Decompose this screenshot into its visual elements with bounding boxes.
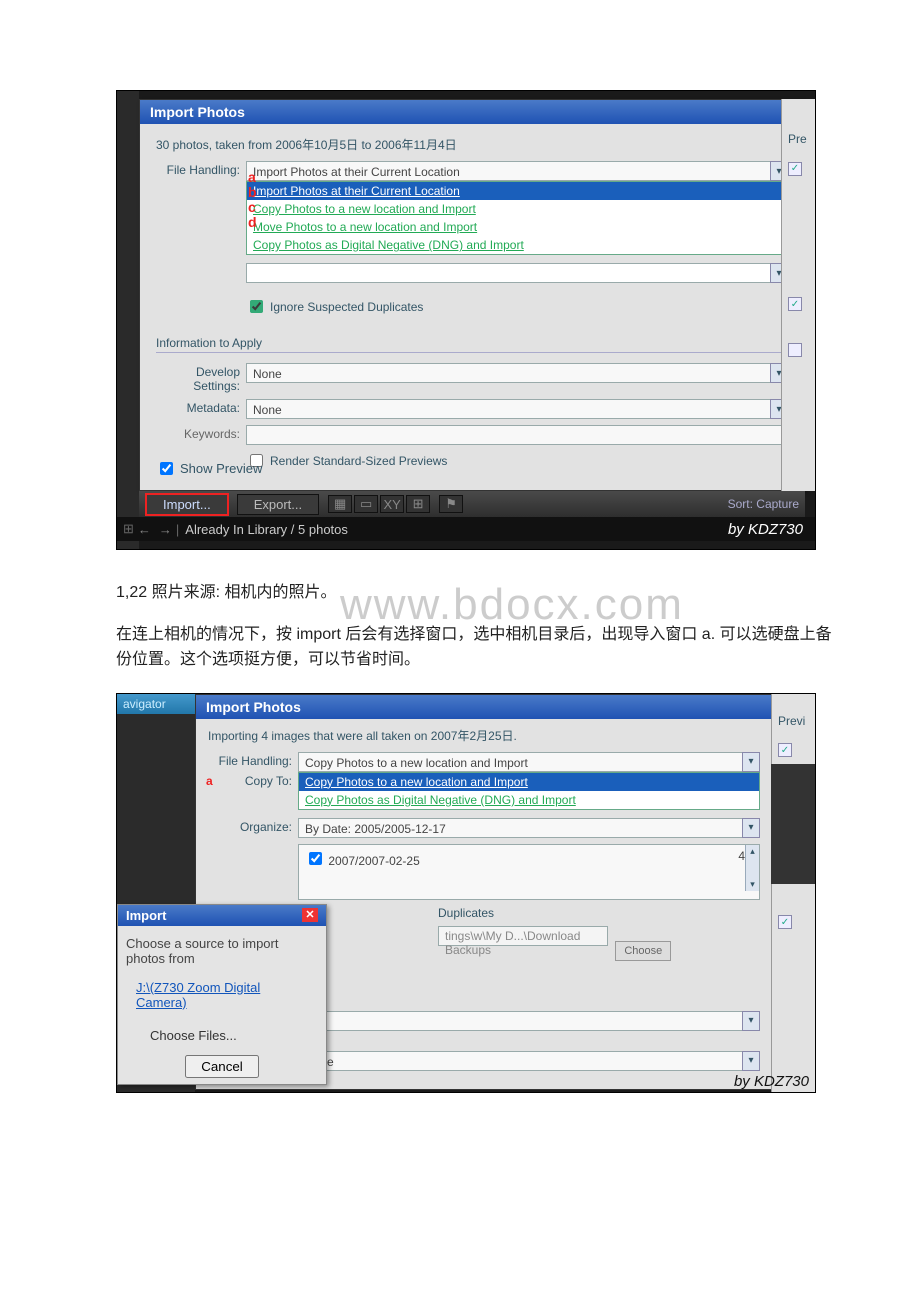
sort-label: Sort: [728,497,753,511]
ignore-duplicates-checkbox[interactable] [250,300,263,313]
grid-view-icon[interactable]: ▦ [328,495,352,513]
close-icon[interactable]: ✕ [302,908,318,922]
choose-backup-button[interactable]: Choose [615,941,671,961]
status-bar: ⊞ ← → | Already In Library / 5 photos by… [117,517,816,541]
preview-label-clipped: Previ [778,714,805,728]
import-popup-title: Import [126,908,166,923]
compare-view-icon[interactable]: XY [380,495,404,513]
screenshot-import-dialog-1: Import Photos 30 photos, taken from 2006… [116,90,816,550]
dropdown-option[interactable]: Copy Photos to a new location and Import [299,773,759,791]
scroll-up-icon[interactable]: ▴ [749,845,756,858]
keywords-label: Keywords: [156,425,246,441]
export-button[interactable]: Export... [237,494,319,515]
import-photos-dialog: Import Photos 30 photos, taken from 2006… [139,99,805,491]
section-heading: 1,22 照片来源: 相机内的照片。 [116,580,836,606]
dropdown-option-d[interactable]: Copy Photos as Digital Negative (DNG) an… [247,236,787,254]
date-item-text: 2007/2007-02-25 [328,854,419,868]
article-paragraph: 在连上相机的情况下，按 import 后会有选择窗口，选中相机目录后，出现导入窗… [116,622,836,673]
dropdown-arrow-icon[interactable]: ▾ [742,752,760,772]
dropdown-option-c[interactable]: Move Photos to a new location and Import [247,218,787,236]
import-popup-message: Choose a source to import photos from [118,926,326,976]
dropdown-option-a[interactable]: Import Photos at their Current Location [247,182,787,200]
file-handling-label: File Handling: [156,161,246,177]
organize-label: Organize: [208,818,298,834]
preview-label-clipped: Pre [788,132,807,146]
import-button[interactable]: Import... [145,493,229,516]
dark-sidebar [117,91,139,549]
import-source-popup: Import ✕ Choose a source to import photo… [117,904,327,1085]
develop-settings-select[interactable]: None [246,363,770,383]
thumbnail-checkbox[interactable]: ✓ [788,297,802,311]
organize-select[interactable]: By Date: 2005/2005-12-17 [298,818,742,838]
dialog-title: Import Photos [140,100,804,124]
nav-forward-icon[interactable]: → [155,522,176,537]
cancel-button[interactable]: Cancel [185,1055,259,1078]
ignore-duplicates-label: Ignore Suspected Duplicates [270,300,423,314]
thumbnail-strip [771,764,815,884]
import-source-link[interactable]: J:\(Z730 Zoom Digital Camera) [136,980,260,1010]
show-preview-checkbox[interactable] [160,462,173,475]
navigator-tab[interactable]: avigator [117,694,195,714]
screenshot-import-dialog-2: avigator oll ey et Import Photos Importi… [116,693,816,1093]
dropdown-option[interactable]: Copy Photos as Digital Negative (DNG) an… [299,791,759,809]
choose-files-button[interactable]: Choose Files... [136,1026,251,1045]
annotation-letter-a: a [206,774,213,788]
date-list: 2007/2007-02-25 4 ▴ ▾ [298,844,760,900]
dialog-title: Import Photos [196,695,772,719]
summary-text: 30 photos, taken from 2006年10月5日 to 2006… [156,136,788,153]
thumbnail-checkbox[interactable]: ✓ [788,162,802,176]
metadata-select[interactable]: None [246,399,770,419]
date-item-count: 4 [738,849,745,863]
file-handling-dropdown: Import Photos at their Current Location … [246,181,788,255]
copy-to-dropdown: Copy Photos to a new location and Import… [298,772,760,810]
render-previews-label: Render Standard-Sized Previews [270,454,447,468]
right-panel-sliver: Pre ✓ ✓ ✓ [781,99,815,491]
byline-2: by KDZ730 [734,1073,809,1090]
copy-to-label: Copy To: [245,774,292,788]
right-panel-sliver-2: Previ ✓ ✓ [771,694,815,1092]
develop-settings-label: Develop Settings: [156,363,246,393]
metadata-label: Metadata: [156,399,246,415]
dropdown-arrow-icon[interactable]: ▾ [742,818,760,838]
status-text: Already In Library / 5 photos [179,522,348,537]
dropdown-arrow-icon[interactable]: ▾ [742,1011,760,1031]
backup-path-field[interactable]: tings\w\My D...\Download Backups [438,926,608,946]
byline: by KDZ730 [728,521,811,538]
misc-select[interactable] [298,1011,742,1031]
survey-view-icon[interactable]: ⊞ [406,495,430,513]
dropdown-arrow-icon[interactable]: ▾ [742,1051,760,1071]
flag-icon[interactable]: ⚑ [439,495,463,513]
dropdown-option-b[interactable]: Copy Photos to a new location and Import [247,200,787,218]
scrollbar[interactable]: ▴ ▾ [745,845,759,891]
keywords-input[interactable] [246,425,788,445]
thumbnail-checkbox[interactable]: ✓ [778,915,792,929]
scroll-down-icon[interactable]: ▾ [749,878,756,891]
toolbar: Import... Export... ▦ ▭ XY ⊞ ⚑ Sort: Cap… [139,491,805,517]
date-item-checkbox[interactable] [309,852,322,865]
info-to-apply-header: Information to Apply [156,336,788,353]
summary-text-2: Importing 4 images that were all taken o… [208,727,760,744]
loupe-view-icon[interactable]: ▭ [354,495,378,513]
file-handling-label: File Handling: [208,752,298,768]
show-preview-label: Show Preview [180,461,262,476]
grid-icon[interactable]: ⊞ [123,521,134,537]
thumbnail-checkbox[interactable]: ✓ [788,343,802,357]
folder-select[interactable] [246,263,770,283]
thumbnail-checkbox[interactable]: ✓ [778,743,792,757]
file-handling-select[interactable]: Import Photos at their Current Location [246,161,770,181]
metadata-select-2[interactable]: None [298,1051,742,1071]
nav-back-icon[interactable]: ← [134,522,155,537]
file-handling-select-2[interactable]: Copy Photos to a new location and Import [298,752,742,772]
sort-value[interactable]: Capture [756,497,799,511]
annotation-letters: a b c d [248,170,257,230]
duplicates-label: Duplicates [298,906,760,920]
